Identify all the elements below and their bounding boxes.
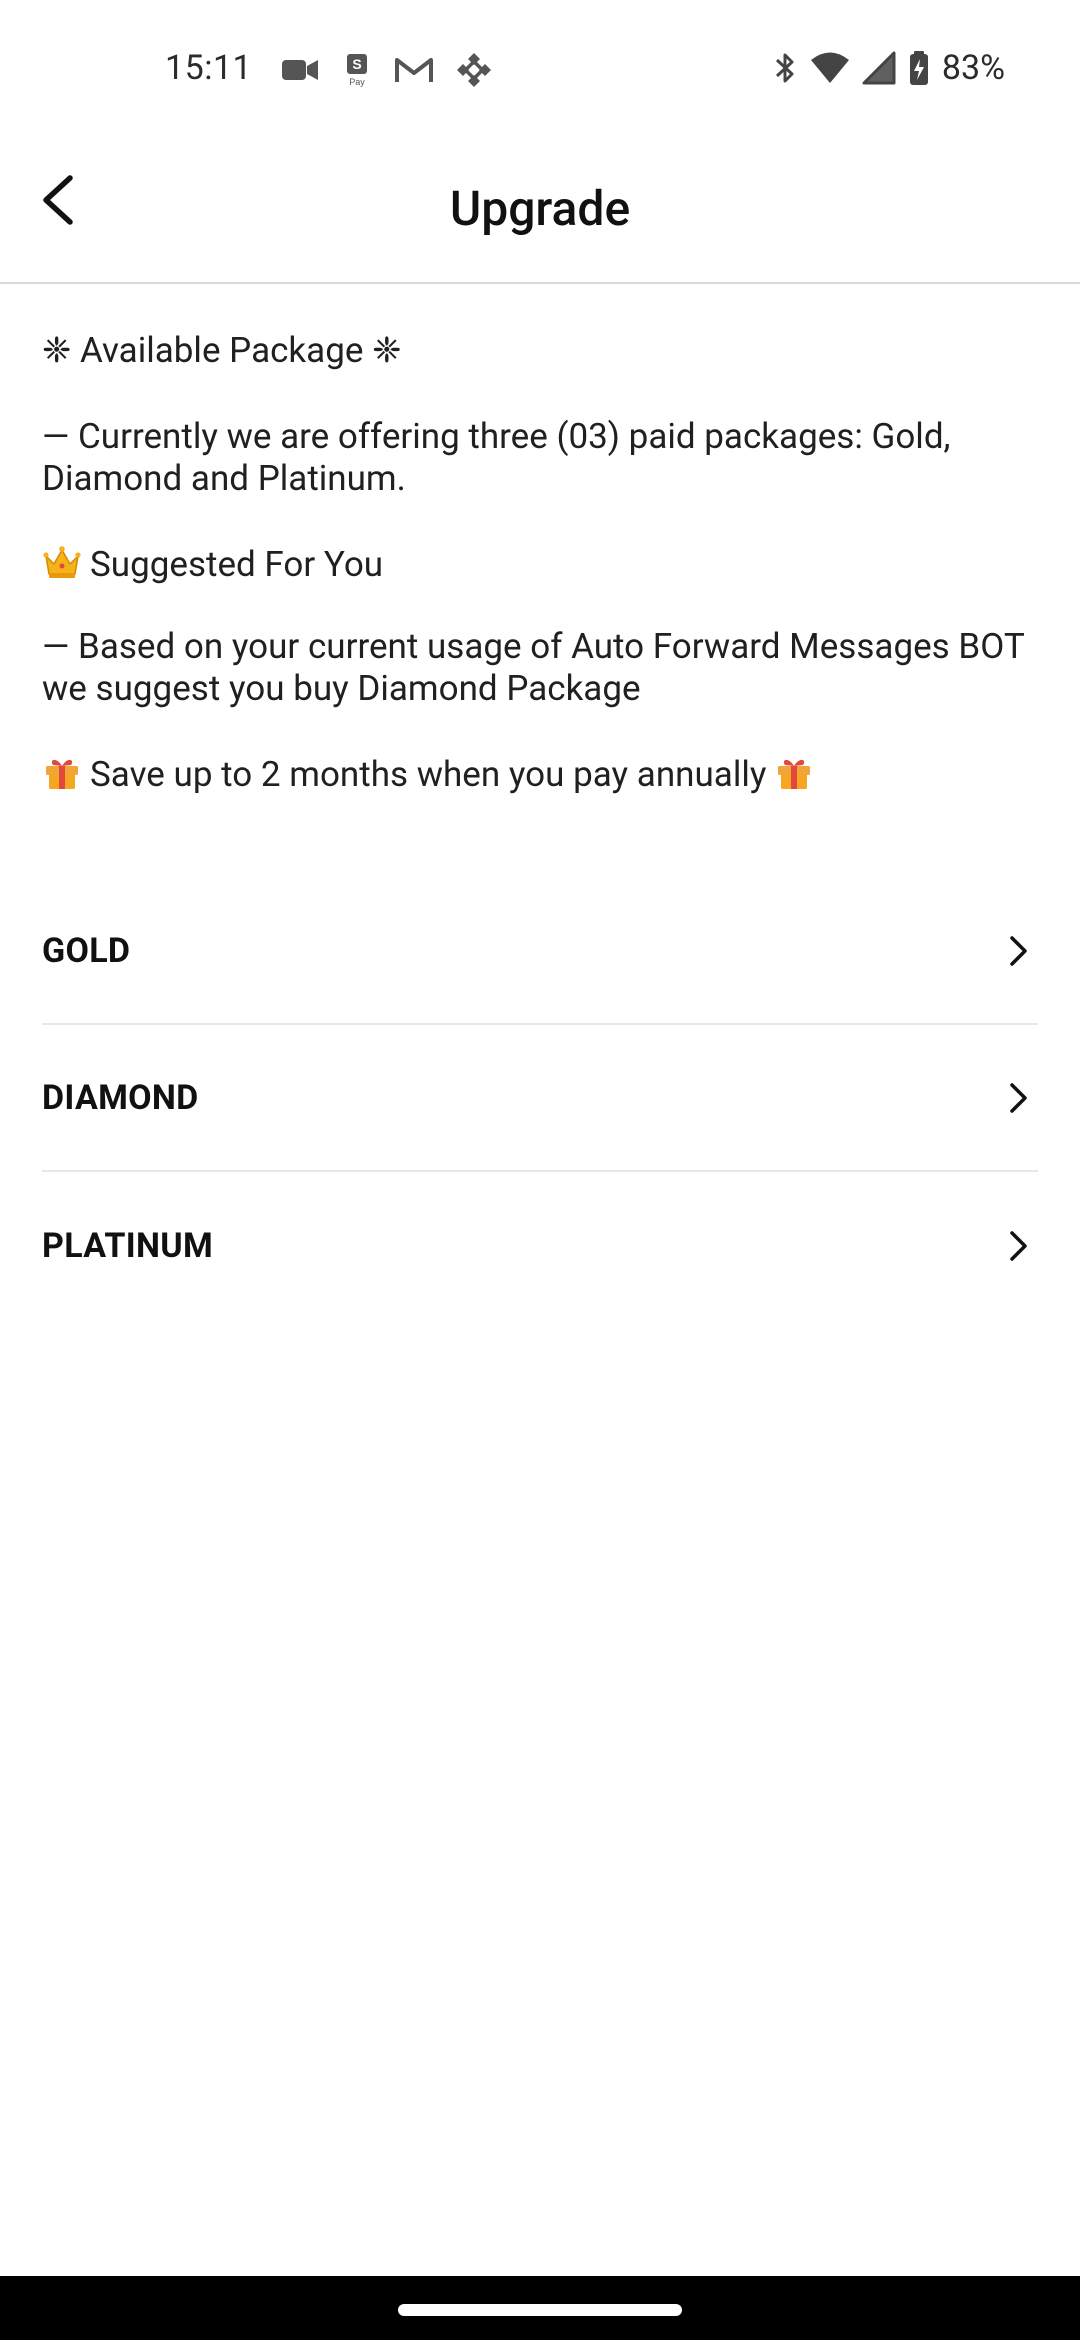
navigation-bar	[0, 2276, 1080, 2340]
app-bar: Upgrade	[0, 140, 1080, 284]
package-label: DIAMOND	[42, 1077, 199, 1118]
save-annually-text: Save up to 2 months when you pay annuall…	[90, 754, 767, 795]
s-pay-icon: S Pay	[347, 54, 367, 87]
package-item-diamond[interactable]: DIAMOND	[42, 1025, 1038, 1172]
gift-icon	[778, 759, 811, 789]
crown-icon	[43, 546, 81, 578]
gift-icon	[46, 759, 78, 789]
battery-charging-icon	[909, 51, 928, 85]
wifi-icon	[810, 52, 849, 83]
home-gesture-handle[interactable]	[398, 2304, 682, 2316]
cell-signal-icon	[862, 51, 896, 85]
bluetooth-icon	[775, 53, 794, 83]
page-title: Upgrade	[449, 180, 631, 237]
chevron-right-icon	[1010, 935, 1027, 966]
video-camera-icon	[282, 60, 318, 80]
package-item-platinum[interactable]: PLATINUM	[42, 1172, 1038, 1319]
package-label: GOLD	[42, 930, 131, 971]
notification-icons: S Pay	[280, 52, 492, 88]
status-bar: 15:11 S Pay 83%	[0, 0, 1080, 140]
gmail-icon	[395, 58, 433, 82]
battery-percent: 83%	[941, 48, 1005, 88]
chevron-right-icon	[1010, 1082, 1027, 1113]
package-label: PLATINUM	[42, 1225, 214, 1266]
suggested-heading-row: Suggested For You	[42, 542, 383, 586]
offering-text: — Currently we are offering three (03) p…	[42, 416, 951, 499]
available-package-heading: ❈ Available Package ❈	[42, 330, 402, 371]
svg-text:S: S	[352, 56, 361, 72]
chevron-right-icon	[1010, 1230, 1027, 1261]
binance-icon	[457, 53, 491, 87]
svg-text:Pay: Pay	[349, 77, 365, 87]
save-annually-row: Save up to 2 months when you pay annuall…	[42, 752, 814, 796]
status-time: 15:11	[165, 48, 253, 88]
package-list: GOLD DIAMOND PLATINUM	[42, 878, 1038, 1319]
suggestion-text: — Based on your current usage of Auto Fo…	[42, 626, 1025, 709]
system-status-icons: 83%	[772, 48, 1005, 88]
package-item-gold[interactable]: GOLD	[42, 878, 1038, 1025]
suggested-heading: Suggested For You	[90, 544, 384, 585]
